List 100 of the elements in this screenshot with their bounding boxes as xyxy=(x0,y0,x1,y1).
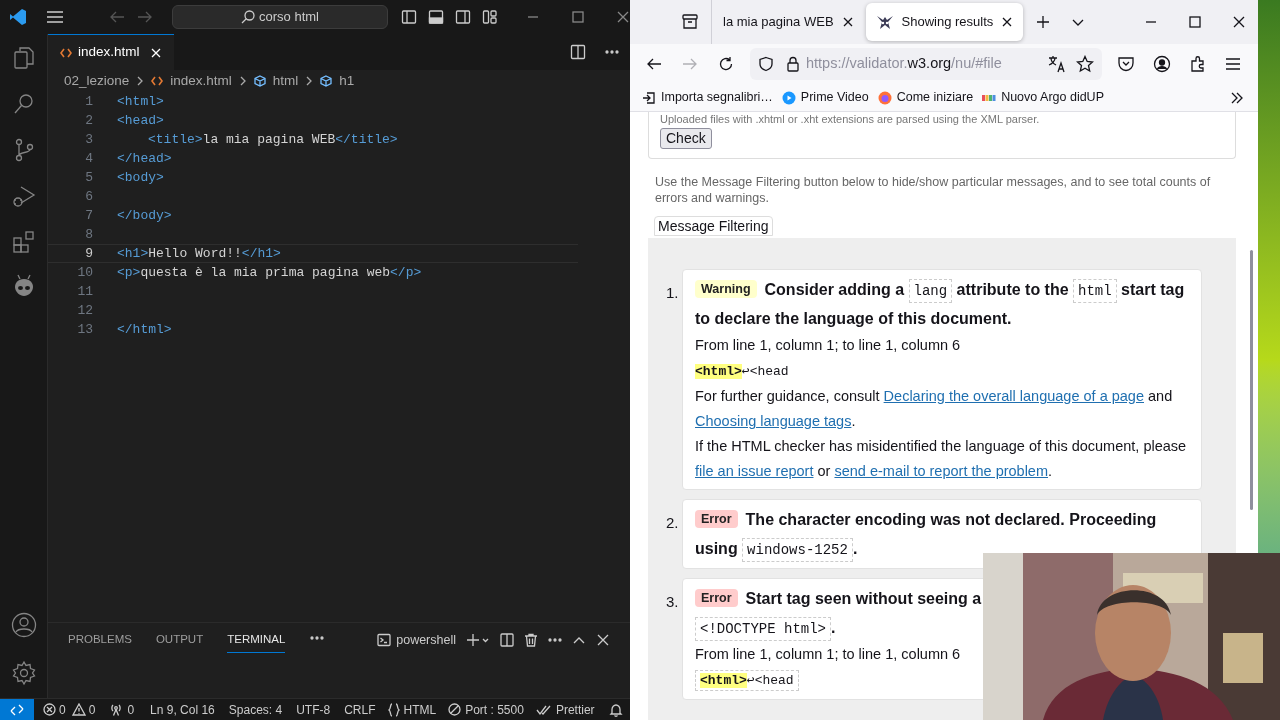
pocket-icon[interactable] xyxy=(1117,55,1135,73)
terminal-selector[interactable]: powershell xyxy=(377,631,456,650)
breadcrumb-item[interactable]: h1 xyxy=(339,70,355,92)
link[interactable]: file an issue report xyxy=(695,463,814,479)
sidebar-toggle-icon[interactable] xyxy=(401,9,417,25)
layout-icon[interactable] xyxy=(482,9,498,25)
scrollbar-thumb[interactable] xyxy=(1250,250,1253,510)
play-circle-icon xyxy=(781,90,796,105)
code-line: <p>questa è la mia prima pagina web</p> xyxy=(117,264,422,282)
breadcrumb-item[interactable]: index.html xyxy=(170,70,232,92)
line-number: 2 xyxy=(84,112,93,130)
files-icon[interactable] xyxy=(11,46,36,70)
error-icon xyxy=(43,703,56,716)
reload-icon[interactable] xyxy=(718,56,734,72)
star-icon[interactable] xyxy=(1076,55,1094,73)
live-server-status[interactable]: Port : 5500 xyxy=(448,700,524,719)
error-badge: Error xyxy=(695,589,738,607)
status-item[interactable]: CRLF xyxy=(344,700,376,719)
panel-tab[interactable]: PROBLEMS xyxy=(68,631,132,653)
new-tab-icon[interactable] xyxy=(1035,14,1052,30)
panel-tab[interactable]: TERMINAL xyxy=(227,631,286,654)
line-number: 5 xyxy=(84,169,93,187)
chevrons-right-icon[interactable] xyxy=(1230,90,1244,105)
close-icon[interactable] xyxy=(1232,15,1246,29)
run-debug-icon[interactable] xyxy=(11,184,36,208)
problems-status[interactable]: 0 0 xyxy=(43,700,96,719)
list-number: 3. xyxy=(666,592,680,612)
extensions-icon[interactable] xyxy=(1189,55,1207,73)
bell-icon[interactable] xyxy=(608,702,623,717)
status-item[interactable]: UTF-8 xyxy=(296,700,331,719)
breadcrumb-item[interactable]: html xyxy=(272,70,299,92)
line-number: 13 xyxy=(76,321,93,339)
language-mode[interactable]: HTML xyxy=(387,700,437,719)
code-extract: <html>↩<head xyxy=(695,670,799,691)
menu-icon[interactable] xyxy=(1225,57,1241,71)
back-arrow-icon[interactable] xyxy=(646,56,662,72)
line-number: 3 xyxy=(84,131,93,149)
account-icon[interactable] xyxy=(1153,55,1171,73)
split-editor-icon[interactable] xyxy=(570,44,586,60)
lock-icon xyxy=(786,56,800,72)
braces-icon xyxy=(387,702,400,717)
list-number: 2. xyxy=(666,513,680,533)
prettier-status[interactable]: Prettier xyxy=(535,700,595,719)
guidance-text: For further guidance, consult Declaring the overall language of a page and Choosing language tags. xyxy=(695,387,1174,431)
ports-status[interactable]: 0 xyxy=(109,700,135,719)
tab-list-icon[interactable] xyxy=(681,13,699,31)
status-item[interactable]: Spaces: 4 xyxy=(228,700,283,719)
translate-icon[interactable] xyxy=(1048,55,1066,73)
search-field[interactable]: corso html xyxy=(172,5,388,29)
remote-button[interactable] xyxy=(0,699,34,720)
secondary-sidebar-icon[interactable] xyxy=(455,9,471,25)
html-file-icon xyxy=(60,46,72,59)
maximize-icon[interactable] xyxy=(571,10,585,24)
link[interactable]: send e-mail to report the problem xyxy=(834,463,1048,479)
error-badge: Error xyxy=(695,510,738,528)
code-line: <html> xyxy=(117,93,164,111)
line-number: 12 xyxy=(76,302,93,320)
remote-icon xyxy=(10,702,24,717)
guidance-text: If the HTML checker has misidentified the language of this document, please file an issue report or send e-mail to report the problem. xyxy=(695,437,1188,481)
new-terminal-icon[interactable] xyxy=(466,633,490,648)
message-filtering-button[interactable]: Message Filtering xyxy=(654,216,773,236)
status-item[interactable]: Ln 9, Col 16 xyxy=(150,700,215,719)
code-line: </head> xyxy=(117,150,172,168)
line-number: 7 xyxy=(84,207,93,225)
split-terminal-icon[interactable] xyxy=(500,633,514,648)
code-line: <h1>Hello Word!!</h1> xyxy=(117,245,281,262)
forward-arrow-icon[interactable] xyxy=(137,10,153,24)
list-number: 1. xyxy=(666,283,680,303)
cube-icon xyxy=(253,75,266,87)
line-number: 11 xyxy=(76,283,93,301)
location-text: From line 1, column 1; to line 1, column 6 xyxy=(695,336,962,355)
line-number: 6 xyxy=(84,188,93,206)
html-file-icon xyxy=(151,75,164,87)
cube-icon xyxy=(320,75,333,87)
bookmark-item[interactable]: Prime Video xyxy=(781,88,869,107)
breadcrumb-item[interactable]: 02_lezione xyxy=(64,70,130,92)
maximize-icon[interactable] xyxy=(1188,15,1202,29)
bookmark-item[interactable]: Come iniziare xyxy=(877,88,974,107)
import-icon xyxy=(642,90,656,105)
close-icon[interactable] xyxy=(1001,16,1014,28)
link[interactable]: Declaring the overall language of a page xyxy=(883,388,1144,404)
broadcast-icon xyxy=(109,703,124,716)
message-title: Warning Consider adding a lang attribute to the html start tag to declare the language of this document. xyxy=(695,278,1186,329)
address-bar[interactable]: https://validator.w3.org/nu/#file xyxy=(750,48,1102,80)
close-icon[interactable] xyxy=(841,16,854,28)
warning-badge: Warning xyxy=(695,280,757,298)
panel-tab[interactable]: OUTPUT xyxy=(155,631,204,653)
chevron-right-icon xyxy=(305,76,314,86)
browser-tab[interactable]: Showing results xyxy=(865,3,1024,41)
browser-tab[interactable]: la mia pagina WEB xyxy=(713,3,864,41)
link[interactable]: Choosing language tags xyxy=(695,413,852,429)
bookmark-item[interactable]: Importa segnalibri… xyxy=(642,88,773,107)
check-button[interactable]: Check xyxy=(660,128,712,149)
terminal-icon xyxy=(377,633,392,648)
panel-toggle-icon[interactable] xyxy=(428,9,444,25)
editor-tab[interactable]: index.html xyxy=(48,34,174,70)
line-number: 1 xyxy=(84,93,93,111)
bookmark-item[interactable]: Nuovo Argo didUP xyxy=(982,88,1104,107)
trash-icon[interactable] xyxy=(524,633,538,648)
settings-icon[interactable] xyxy=(10,660,37,686)
